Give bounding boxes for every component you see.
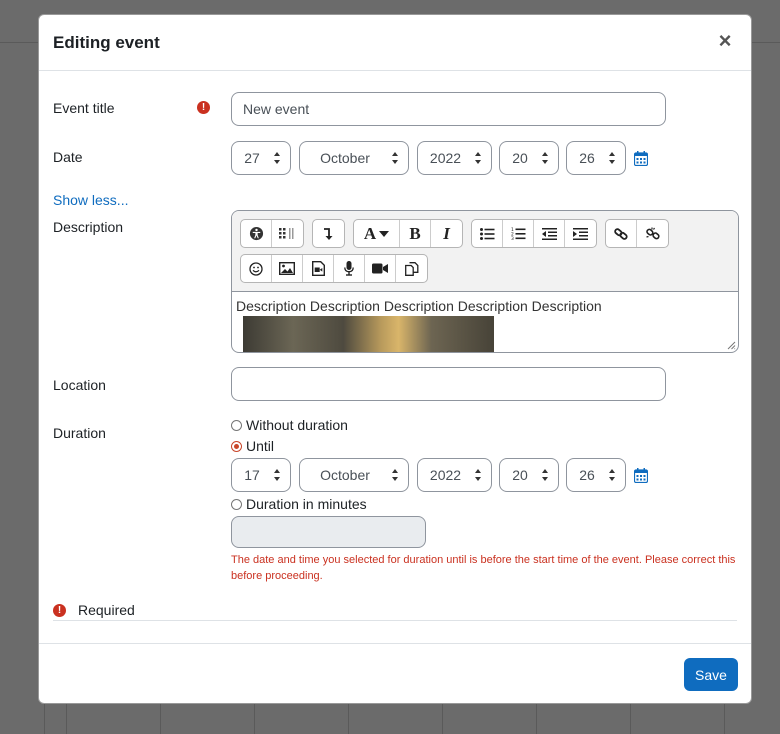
emoji-icon[interactable] xyxy=(241,255,272,282)
bold-glyph: B xyxy=(409,223,421,243)
select-arrows-icon xyxy=(274,152,281,164)
date-hour-select[interactable]: 20 xyxy=(499,141,559,175)
duration-label: Duration xyxy=(53,425,106,441)
until-minute-select[interactable]: 26 xyxy=(566,458,626,492)
description-text: Description Description Description Desc… xyxy=(236,298,602,314)
unordered-list-icon[interactable] xyxy=(472,220,503,247)
editing-event-modal: Editing event × Event title ! Date 27 Oc… xyxy=(38,14,752,704)
select-arrows-icon xyxy=(542,469,549,481)
resize-grip-icon[interactable] xyxy=(726,340,736,350)
until-hour-select[interactable]: 20 xyxy=(499,458,559,492)
radio-without-duration[interactable] xyxy=(231,419,242,431)
media-icon[interactable] xyxy=(303,255,334,282)
select-arrows-icon xyxy=(609,152,616,164)
date-month-value: October xyxy=(320,150,370,166)
until-label: Until xyxy=(246,438,275,454)
date-label: Date xyxy=(53,149,83,165)
font-glyph: A xyxy=(363,223,377,243)
manage-files-icon[interactable] xyxy=(396,255,427,282)
record-audio-icon[interactable] xyxy=(334,255,365,282)
close-button[interactable]: × xyxy=(713,29,737,53)
location-input[interactable] xyxy=(231,367,666,401)
required-icon: ! xyxy=(53,603,66,617)
date-year-select[interactable]: 2022 xyxy=(417,141,492,175)
select-arrows-icon xyxy=(542,152,549,164)
date-minute-select[interactable]: 26 xyxy=(566,141,626,175)
without-duration-label: Without duration xyxy=(246,417,348,433)
date-minute-value: 26 xyxy=(579,150,595,166)
date-month-select[interactable]: October xyxy=(299,141,409,175)
modal-header: Editing event × xyxy=(39,15,751,71)
toolbar-group-style: A B I xyxy=(353,219,463,248)
until-year-value: 2022 xyxy=(429,467,462,483)
duration-minutes-input[interactable] xyxy=(231,516,426,548)
required-legend: ! Required xyxy=(53,602,135,618)
event-title-input[interactable] xyxy=(231,92,666,126)
until-minute-value: 26 xyxy=(579,467,595,483)
save-button[interactable]: Save xyxy=(684,658,738,691)
duration-error-message: The date and time you selected for durat… xyxy=(231,554,736,582)
location-label: Location xyxy=(53,377,106,393)
until-month-value: October xyxy=(320,467,370,483)
event-title-label: Event title xyxy=(53,100,115,116)
date-day-select[interactable]: 27 xyxy=(231,141,291,175)
svg-text:3: 3 xyxy=(511,236,514,241)
select-arrows-icon xyxy=(274,469,281,481)
select-arrows-icon xyxy=(392,469,399,481)
italic-glyph: I xyxy=(443,223,450,243)
accessibility-checker-icon[interactable] xyxy=(241,220,272,247)
calendar-icon[interactable] xyxy=(634,151,648,166)
date-hour-value: 20 xyxy=(512,150,528,166)
radio-duration-minutes[interactable] xyxy=(231,498,242,510)
line-break-icon[interactable] xyxy=(313,220,344,247)
editor-toolbar: A B I 123 xyxy=(232,211,738,292)
toolbar-group-links xyxy=(605,219,669,248)
duration-minutes-label: Duration in minutes xyxy=(246,496,367,512)
select-arrows-icon xyxy=(475,152,482,164)
date-day-value: 27 xyxy=(244,150,260,166)
unlink-icon[interactable] xyxy=(637,220,668,247)
toolbar-group-lists: 123 xyxy=(471,219,597,248)
description-label: Description xyxy=(53,219,124,235)
required-icon: ! xyxy=(197,101,210,114)
date-year-value: 2022 xyxy=(429,150,462,166)
until-day-value: 17 xyxy=(244,467,260,483)
modal-title: Editing event xyxy=(53,33,160,52)
until-month-select[interactable]: October xyxy=(299,458,409,492)
description-embedded-image[interactable] xyxy=(243,316,494,352)
record-video-icon[interactable] xyxy=(365,255,396,282)
ordered-list-icon[interactable]: 123 xyxy=(503,220,534,247)
outdent-icon[interactable] xyxy=(534,220,565,247)
duration-option-until[interactable]: Until xyxy=(231,438,274,454)
form-divider xyxy=(53,620,737,621)
toolbar-group-insert xyxy=(240,254,428,283)
duration-option-without[interactable]: Without duration xyxy=(231,417,348,433)
indent-icon[interactable] xyxy=(565,220,596,247)
duration-option-minutes[interactable]: Duration in minutes xyxy=(231,496,367,512)
font-color-icon[interactable]: A xyxy=(354,220,400,247)
image-icon[interactable] xyxy=(272,255,303,282)
modal-footer: Save xyxy=(39,643,751,703)
toolbar-group-accessibility xyxy=(240,219,304,248)
link-icon[interactable] xyxy=(606,220,637,247)
required-label: Required xyxy=(78,602,135,618)
radio-until[interactable] xyxy=(231,440,242,452)
select-arrows-icon xyxy=(392,152,399,164)
toolbar-group-break xyxy=(312,219,345,248)
until-hour-value: 20 xyxy=(512,467,528,483)
select-arrows-icon xyxy=(475,469,482,481)
show-less-link[interactable]: Show less... xyxy=(53,192,128,208)
bold-icon[interactable]: B xyxy=(400,220,431,247)
italic-icon[interactable]: I xyxy=(431,220,462,247)
description-editor: A B I 123 Description Description Descri… xyxy=(231,210,739,353)
editor-content-area[interactable]: Description Description Description Desc… xyxy=(232,292,738,352)
calendar-icon[interactable] xyxy=(634,468,648,483)
screenreader-helper-icon[interactable] xyxy=(272,220,303,247)
until-year-select[interactable]: 2022 xyxy=(417,458,492,492)
until-day-select[interactable]: 17 xyxy=(231,458,291,492)
select-arrows-icon xyxy=(609,469,616,481)
